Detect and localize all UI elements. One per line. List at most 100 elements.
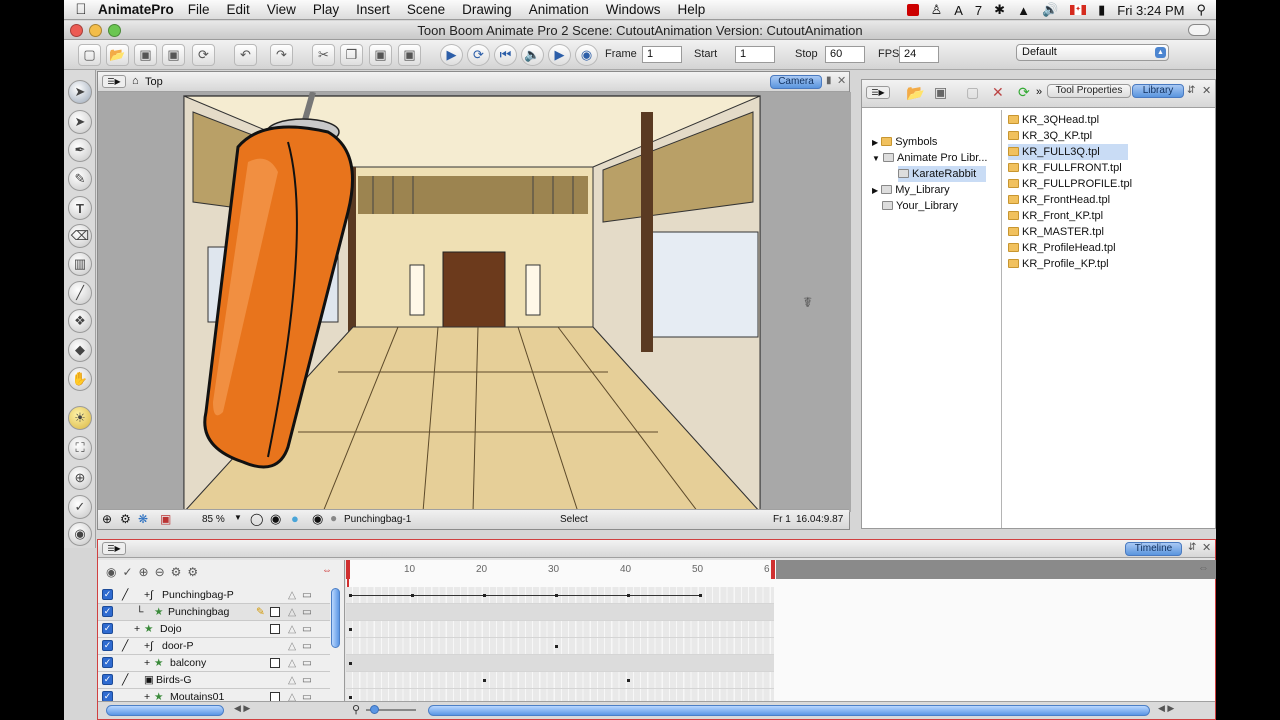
- layer-row[interactable]: ✓ + ★ balcony △ ▭: [98, 655, 330, 672]
- layer-name[interactable]: Dojo: [160, 621, 182, 637]
- hand-tool-icon[interactable]: ✋: [68, 367, 92, 391]
- toggle-color-icon[interactable]: ●: [291, 511, 299, 526]
- breadcrumb[interactable]: Top: [145, 76, 163, 88]
- paste-icon[interactable]: ▣: [369, 44, 392, 66]
- collapse-arrow-icon[interactable]: ▼: [872, 154, 880, 163]
- list-item[interactable]: KR_MASTER.tpl: [1008, 224, 1108, 240]
- new-folder-icon[interactable]: ▣: [934, 84, 947, 101]
- workspace-select[interactable]: Default ▲: [1016, 44, 1169, 61]
- keyframe[interactable]: [411, 594, 414, 597]
- start-field[interactable]: 1: [735, 46, 775, 63]
- sound-scrub-icon[interactable]: ▶: [548, 44, 571, 66]
- menu-app-name[interactable]: AnimatePro: [98, 2, 174, 17]
- keyframe[interactable]: [699, 594, 702, 597]
- frame-row[interactable]: [346, 655, 774, 672]
- toolbar-toggle-button[interactable]: [1188, 24, 1210, 36]
- undo-icon[interactable]: ↶: [234, 44, 257, 66]
- morph-tool-icon[interactable]: ◆: [68, 338, 92, 362]
- layer-row[interactable]: ✓ ╱ +∫ Punchingbag-P △ ▭: [98, 587, 330, 604]
- fps-field[interactable]: 24: [899, 46, 939, 63]
- close-timeline-icon[interactable]: ✕: [1202, 541, 1211, 554]
- open-library-icon[interactable]: 📂: [906, 84, 925, 102]
- keyframe[interactable]: [627, 679, 630, 682]
- tab-camera[interactable]: Camera: [770, 75, 822, 89]
- list-item[interactable]: KR_FrontHead.tpl: [1008, 192, 1114, 208]
- tree-item-karaterabbit[interactable]: KarateRabbit: [898, 166, 987, 182]
- menu-windows[interactable]: Windows: [606, 2, 661, 17]
- keyframe[interactable]: [483, 679, 486, 682]
- menu-edit[interactable]: Edit: [227, 2, 250, 17]
- keyframe[interactable]: [349, 696, 352, 699]
- spotlight-icon[interactable]: ⚲: [1196, 2, 1206, 18]
- layer-expand-icon[interactable]: ╱: [122, 672, 128, 688]
- scroll-arrows-icon[interactable]: ◀ ▶: [234, 703, 250, 714]
- timeline-panel-menu-icon[interactable]: ☰▶: [102, 542, 126, 555]
- menu-animation[interactable]: Animation: [529, 2, 589, 17]
- eraser-tool-icon[interactable]: ⌫: [68, 224, 92, 248]
- rotate-tool-icon[interactable]: ⊕: [68, 466, 92, 490]
- new-scene-icon[interactable]: ▢: [78, 44, 101, 66]
- list-item[interactable]: KR_Profile_KP.tpl: [1008, 256, 1113, 272]
- frame-row[interactable]: [346, 638, 774, 655]
- toggle-overlay-icon[interactable]: ◉: [312, 511, 323, 527]
- layer-visible-checkbox[interactable]: ✓: [102, 623, 113, 634]
- animate-tool-icon[interactable]: ☀: [68, 406, 92, 430]
- list-item[interactable]: KR_3QHead.tpl: [1008, 112, 1103, 128]
- frame-row[interactable]: [346, 672, 774, 689]
- timeline-expand-icon[interactable]: ⇔: [1198, 562, 1209, 574]
- panel-menu-icon[interactable]: ☰▶: [102, 75, 126, 88]
- layer-name[interactable]: door-P: [162, 638, 194, 654]
- keyframe[interactable]: [349, 662, 352, 665]
- input-source-flag-icon[interactable]: [1070, 5, 1087, 15]
- menu-help[interactable]: Help: [678, 2, 706, 17]
- layer-scrollbar[interactable]: [331, 588, 340, 648]
- layer-expand-icon[interactable]: ╱: [122, 587, 128, 603]
- tab-timeline[interactable]: Timeline: [1125, 542, 1182, 556]
- paint-tool-icon[interactable]: ▥: [68, 252, 92, 276]
- layer-toolbar-icons[interactable]: ◉✓⊕⊖⚙⚙: [106, 565, 204, 579]
- tree-item-animate-pro-library[interactable]: ▼ Animate Pro Libr...: [872, 150, 987, 166]
- keyframe[interactable]: [349, 594, 352, 597]
- lock-icon[interactable]: △: [288, 604, 296, 620]
- lock-icon[interactable]: △: [288, 638, 296, 654]
- open-folder-icon[interactable]: 📂: [106, 44, 129, 66]
- brush-tool-icon[interactable]: ✒: [68, 138, 92, 162]
- volume-icon[interactable]: 🔊: [1042, 2, 1058, 18]
- lock-icon[interactable]: △: [288, 587, 296, 603]
- toggle-matte-icon[interactable]: ◯: [250, 512, 263, 526]
- ink-tool-icon[interactable]: ◉: [68, 522, 92, 546]
- clock[interactable]: Fri 3:24 PM: [1117, 3, 1184, 18]
- minimize-window-button[interactable]: [89, 24, 102, 37]
- tab-tool-properties[interactable]: Tool Properties: [1047, 84, 1131, 98]
- first-frame-icon[interactable]: ⏮: [494, 44, 517, 66]
- layer-name[interactable]: balcony: [170, 655, 206, 671]
- list-item[interactable]: KR_3Q_KP.tpl: [1008, 128, 1096, 144]
- battery-icon[interactable]: ▮: [1098, 2, 1105, 18]
- zoom-icon[interactable]: ⚲: [352, 703, 360, 716]
- layer-visible-checkbox[interactable]: ✓: [102, 589, 113, 600]
- adobe-updater-icon[interactable]: A: [954, 3, 963, 18]
- more-tools-icon[interactable]: »: [1036, 86, 1042, 98]
- layer-expand-icon[interactable]: ╱: [122, 638, 128, 654]
- accessibility-icon[interactable]: ♙: [931, 2, 943, 18]
- import-icon[interactable]: ⟳: [192, 44, 215, 66]
- layer-visible-checkbox[interactable]: ✓: [102, 606, 113, 617]
- expand-arrow-icon[interactable]: ▶: [872, 186, 878, 195]
- list-item[interactable]: KR_Front_KP.tpl: [1008, 208, 1107, 224]
- menu-file[interactable]: File: [188, 2, 210, 17]
- line-tool-icon[interactable]: ╱: [68, 281, 92, 305]
- frame-field[interactable]: 1: [642, 46, 682, 63]
- expand-layers-icon[interactable]: ⇔: [322, 565, 332, 576]
- layer-name[interactable]: Punchingbag: [168, 604, 229, 620]
- close-window-button[interactable]: [70, 24, 83, 37]
- contour-editor-icon[interactable]: ➤: [68, 110, 92, 134]
- tree-item-symbols[interactable]: ▶ Symbols: [872, 134, 937, 150]
- frame-row[interactable]: [346, 604, 774, 621]
- keyframe[interactable]: [483, 594, 486, 597]
- panel-controls-icon[interactable]: ▮: [826, 75, 832, 86]
- layer-row[interactable]: ✓ └ ★ Punchingbag ✎ △ ▭: [98, 604, 330, 621]
- layer-name[interactable]: Birds-G: [156, 672, 192, 688]
- play-icon[interactable]: ▶: [440, 44, 463, 66]
- tree-item-my-library[interactable]: ▶ My_Library: [872, 182, 950, 198]
- zoom-slider-thumb[interactable]: [370, 705, 379, 714]
